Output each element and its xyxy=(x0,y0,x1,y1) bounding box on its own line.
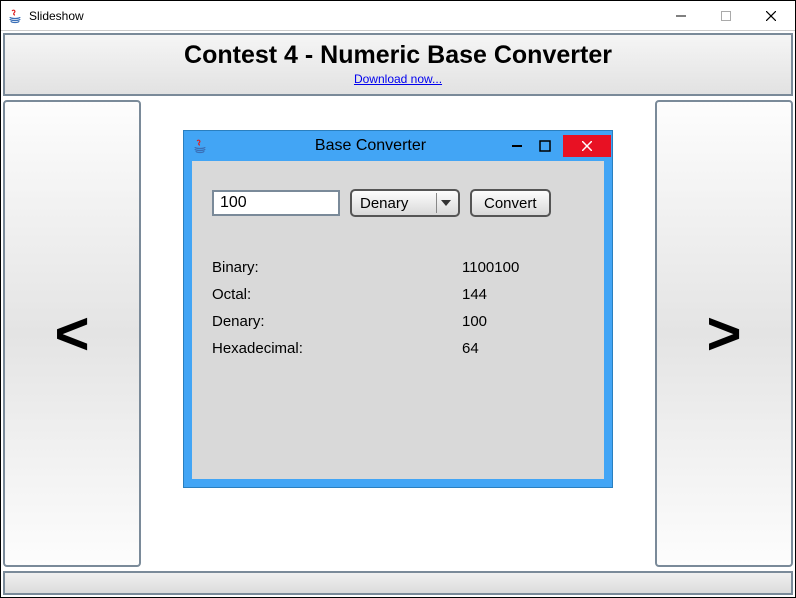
slideshow-middle: < Base Converter xyxy=(3,100,793,567)
result-label: Binary: xyxy=(212,259,462,276)
bc-minimize-button[interactable] xyxy=(503,135,531,157)
number-input[interactable] xyxy=(212,190,340,216)
bc-maximize-button[interactable] xyxy=(531,135,559,157)
bc-titlebar: Base Converter xyxy=(184,131,612,161)
titlebar-left: Slideshow xyxy=(7,8,84,24)
java-icon xyxy=(7,8,23,24)
slideshow-window: Slideshow Contest 4 - Numeric Base Conve… xyxy=(0,0,796,598)
maximize-button[interactable] xyxy=(703,2,748,30)
java-icon xyxy=(192,138,208,154)
bc-body: Denary Convert Binary: 110010 xyxy=(192,161,604,479)
result-value: 1100100 xyxy=(462,259,519,276)
page-title: Contest 4 - Numeric Base Converter xyxy=(184,41,612,70)
bc-input-row: Denary Convert xyxy=(192,161,604,227)
result-label: Denary: xyxy=(212,313,462,330)
titlebar-controls xyxy=(658,2,793,30)
result-label: Hexadecimal: xyxy=(212,340,462,357)
window-title: Slideshow xyxy=(29,9,84,23)
minimize-button[interactable] xyxy=(658,2,703,30)
bc-results: Binary: 1100100 Octal: 144 Denary: 100 xyxy=(192,227,604,357)
slide-area: Base Converter xyxy=(147,100,649,567)
convert-button[interactable]: Convert xyxy=(470,189,551,217)
result-value: 144 xyxy=(462,286,487,303)
result-value: 100 xyxy=(462,313,487,330)
result-row-denary: Denary: 100 xyxy=(212,313,584,330)
bc-window-controls xyxy=(503,135,612,157)
bc-close-button[interactable] xyxy=(563,135,611,157)
result-value: 64 xyxy=(462,340,479,357)
result-label: Octal: xyxy=(212,286,462,303)
base-select[interactable]: Denary xyxy=(350,189,460,217)
bc-title: Base Converter xyxy=(238,137,503,155)
client-area: Contest 4 - Numeric Base Converter Downl… xyxy=(1,31,795,597)
convert-button-label: Convert xyxy=(484,195,537,212)
header-panel: Contest 4 - Numeric Base Converter Downl… xyxy=(3,33,793,96)
base-select-value: Denary xyxy=(360,195,408,212)
next-button[interactable]: > xyxy=(655,100,793,567)
result-row-octal: Octal: 144 xyxy=(212,286,584,303)
result-row-binary: Binary: 1100100 xyxy=(212,259,584,276)
download-link[interactable]: Download now... xyxy=(354,72,442,86)
close-button[interactable] xyxy=(748,2,793,30)
titlebar: Slideshow xyxy=(1,1,795,31)
prev-button[interactable]: < xyxy=(3,100,141,567)
slide-content: Base Converter xyxy=(153,106,643,561)
footer-panel xyxy=(3,571,793,595)
base-converter-window: Base Converter xyxy=(183,130,613,488)
chevron-down-icon xyxy=(436,193,454,213)
result-row-hexadecimal: Hexadecimal: 64 xyxy=(212,340,584,357)
